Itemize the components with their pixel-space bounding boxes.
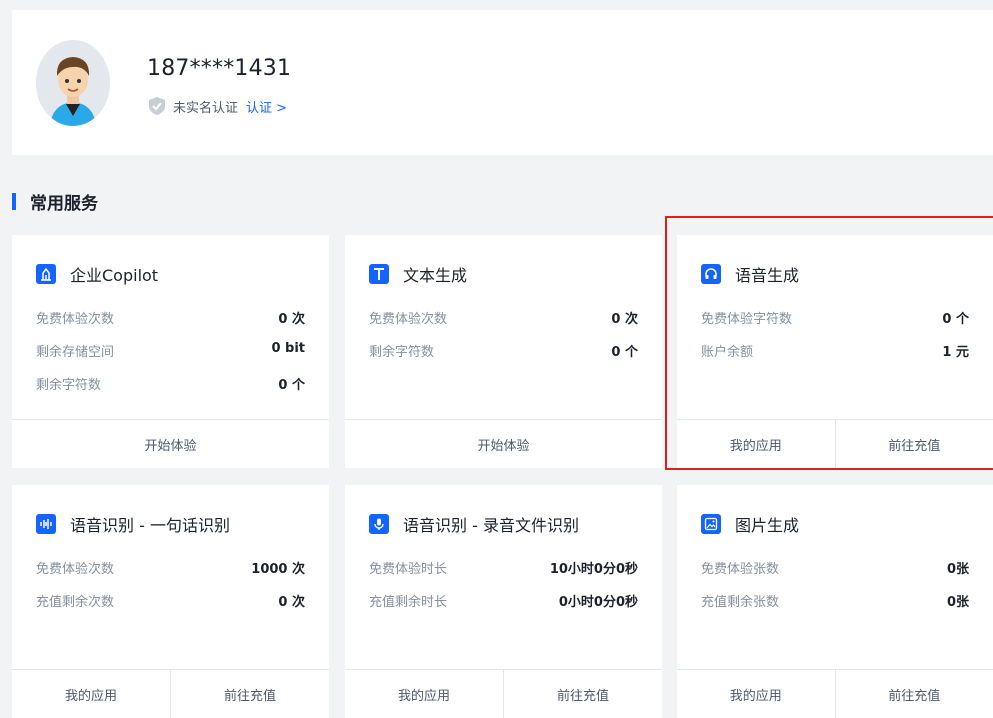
stat-label: 免费体验次数 (36, 312, 115, 327)
stat-value: 0 bit (271, 341, 305, 356)
shield-check-icon (149, 97, 165, 115)
my-apps-button[interactable]: 我的应用 (677, 670, 835, 718)
stat-row: 剩余字符数 0 个 (36, 374, 305, 407)
stat-row: 剩余字符数 0 个 (369, 341, 638, 374)
section-title: 常用服务 (12, 189, 98, 214)
stat-row: 免费体验次数 0 次 (369, 308, 638, 341)
stat-label: 剩余字符数 (36, 378, 102, 393)
building-icon (36, 264, 56, 284)
card-header: 语音识别 - 录音文件识别 (369, 512, 579, 536)
stat-row: 免费体验张数 0张 (701, 558, 969, 591)
stat-value: 0张 (946, 595, 969, 610)
start-trial-button[interactable]: 开始体验 (345, 420, 662, 468)
stat-row: 免费体验次数 0 次 (36, 308, 305, 341)
waveform-icon (36, 514, 56, 534)
service-card-text-generation: 文本生成 免费体验次数 0 次 剩余字符数 0 个 开始体验 (345, 235, 662, 468)
stat-row: 免费体验次数 1000 次 (36, 558, 305, 591)
stat-value: 1 元 (942, 345, 969, 360)
card-footer: 我的应用 前往充值 (677, 669, 993, 718)
card-footer: 我的应用 前往充值 (345, 669, 662, 718)
service-card-speech-synthesis: 语音生成 免费体验字符数 0 个 账户余额 1 元 我的应用 前往充值 (677, 235, 993, 468)
card-header: 语音生成 (701, 262, 799, 286)
card-title: 文本生成 (403, 266, 468, 285)
stat-value: 0 次 (278, 595, 305, 610)
stat-row: 充值剩余时长 0小时0分0秒 (369, 591, 638, 624)
stat-value: 0小时0分0秒 (558, 595, 638, 610)
stat-label: 充值剩余次数 (36, 595, 115, 610)
stat-row: 充值剩余张数 0张 (701, 591, 969, 624)
recharge-button[interactable]: 前往充值 (834, 670, 993, 718)
card-header: 图片生成 (701, 512, 799, 536)
headset-icon (701, 264, 721, 284)
image-icon (701, 514, 721, 534)
verify-status-text: 未实名认证 (173, 100, 239, 116)
stat-label: 免费体验时长 (369, 562, 448, 577)
card-title: 语音识别 - 录音文件识别 (403, 516, 579, 535)
my-apps-button[interactable]: 我的应用 (12, 670, 170, 718)
card-title: 语音识别 - 一句话识别 (70, 516, 230, 535)
stat-value: 10小时0分0秒 (549, 562, 638, 577)
service-card-file-asr: 语音识别 - 录音文件识别 免费体验时长 10小时0分0秒 充值剩余时长 0小时… (345, 485, 662, 718)
stat-label: 充值剩余时长 (369, 595, 448, 610)
my-apps-button[interactable]: 我的应用 (345, 670, 503, 718)
my-apps-button[interactable]: 我的应用 (677, 420, 835, 468)
card-title: 语音生成 (735, 266, 800, 285)
profile-card: 187****1431 未实名认证 认证 > (12, 10, 993, 155)
stat-label: 免费体验字符数 (701, 312, 793, 327)
stat-row: 免费体验时长 10小时0分0秒 (369, 558, 638, 591)
card-header: 语音识别 - 一句话识别 (36, 512, 230, 536)
start-trial-button[interactable]: 开始体验 (12, 420, 329, 468)
stat-value: 0 个 (942, 312, 969, 327)
service-card-copilot: 企业Copilot 免费体验次数 0 次 剩余存储空间 0 bit 剩余字符数 … (12, 235, 329, 468)
card-header: 企业Copilot (36, 262, 158, 286)
card-footer: 我的应用 前往充值 (12, 669, 329, 718)
section-accent-bar (12, 193, 16, 210)
card-footer: 我的应用 前往充值 (677, 419, 993, 468)
section-title-text: 常用服务 (30, 194, 98, 214)
stat-label: 免费体验张数 (701, 562, 780, 577)
stat-value: 1000 次 (251, 562, 305, 577)
stat-value: 0 个 (611, 345, 638, 360)
stat-label: 充值剩余张数 (701, 595, 780, 610)
avatar[interactable] (36, 40, 110, 126)
stat-value: 0 次 (278, 312, 305, 327)
recharge-button[interactable]: 前往充值 (503, 670, 662, 718)
service-card-short-asr: 语音识别 - 一句话识别 免费体验次数 1000 次 充值剩余次数 0 次 我的… (12, 485, 329, 718)
service-card-image-generation: 图片生成 免费体验张数 0张 充值剩余张数 0张 我的应用 前往充值 (677, 485, 993, 718)
recharge-button[interactable]: 前往充值 (170, 670, 329, 718)
card-title: 图片生成 (735, 516, 800, 535)
microphone-icon (369, 514, 389, 534)
verification-status: 未实名认证 认证 > (147, 96, 287, 116)
stat-row: 免费体验字符数 0 个 (701, 308, 969, 341)
stat-label: 剩余字符数 (369, 345, 435, 360)
card-footer: 开始体验 (12, 419, 329, 468)
stat-label: 免费体验次数 (36, 562, 115, 577)
card-header: 文本生成 (369, 262, 467, 286)
recharge-button[interactable]: 前往充值 (834, 420, 993, 468)
user-phone: 187****1431 (147, 56, 292, 81)
card-title: 企业Copilot (70, 266, 159, 285)
stat-value: 0 个 (278, 378, 305, 393)
stat-label: 剩余存储空间 (36, 345, 115, 360)
stat-value: 0 次 (611, 312, 638, 327)
verify-link[interactable]: 认证 > (246, 97, 287, 116)
card-footer: 开始体验 (345, 419, 662, 468)
stat-row: 剩余存储空间 0 bit (36, 341, 305, 374)
stat-value: 0张 (946, 562, 969, 577)
text-t-icon (369, 264, 389, 284)
stat-row: 账户余额 1 元 (701, 341, 969, 374)
stat-label: 账户余额 (701, 345, 754, 360)
stat-label: 免费体验次数 (369, 312, 448, 327)
stat-row: 充值剩余次数 0 次 (36, 591, 305, 624)
